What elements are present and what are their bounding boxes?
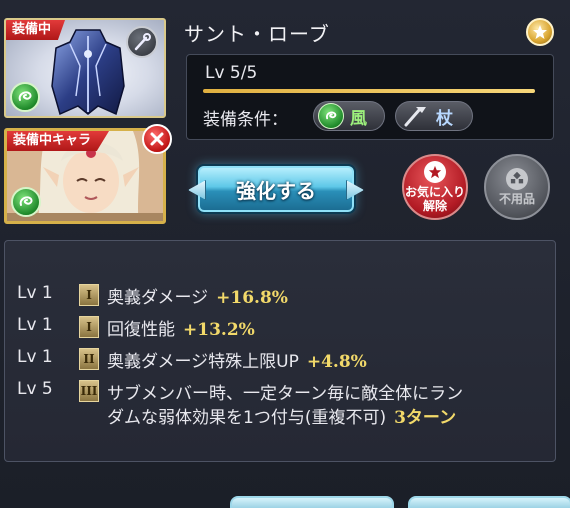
skill-tier-icon: I bbox=[79, 284, 99, 306]
bottom-button-left[interactable] bbox=[230, 496, 394, 508]
level-condition-panel: Lv 5/5 装備条件： 風 杖 bbox=[186, 54, 554, 140]
skill-description-line1: サブメンバー時、一定ターン毎に敵全体にラン bbox=[107, 384, 464, 404]
equipped-tag: 装備中 bbox=[6, 20, 66, 40]
element-condition: 風 bbox=[313, 101, 385, 131]
unfavorite-label-line1: お気に入り bbox=[404, 185, 465, 199]
skill-description: 奥義ダメージ bbox=[107, 288, 209, 308]
close-icon bbox=[150, 132, 164, 146]
wind-element-icon bbox=[10, 82, 40, 112]
item-thumbnail[interactable]: 装備中 bbox=[4, 18, 166, 118]
unneeded-icon bbox=[506, 168, 528, 190]
skill-level: Lv 1 bbox=[17, 315, 53, 335]
skill-tier-icon: III bbox=[79, 380, 99, 402]
weapon-condition: 杖 bbox=[395, 101, 473, 131]
skill-description-row: 回復性能 +13.2% bbox=[107, 315, 255, 340]
element-label: 風 bbox=[350, 108, 367, 129]
unneeded-label: 不用品 bbox=[498, 192, 535, 206]
item-detail-screen: 装備中 装備中キャラ サント・ローブ Lv 5/5 装備条件： 風 杖 強化する… bbox=[0, 0, 570, 508]
robe-image bbox=[51, 29, 125, 116]
item-name: サント・ローブ bbox=[184, 22, 330, 46]
skills-panel: Lv 1 I 奥義ダメージ +16.8% Lv 1 I 回復性能 +13.2% Lv… bbox=[4, 240, 556, 462]
level-progress-bar bbox=[203, 89, 535, 93]
skill-description: 奥義ダメージ特殊上限UP bbox=[107, 352, 299, 372]
unfavorite-label-line2: 解除 bbox=[422, 199, 447, 213]
skill-tier-icon: II bbox=[79, 348, 99, 370]
skill-level: Lv 5 bbox=[17, 379, 53, 399]
level-progress-fill bbox=[203, 89, 535, 93]
bottom-button-right[interactable] bbox=[408, 496, 570, 508]
staff-icon bbox=[404, 107, 426, 127]
upgrade-button[interactable]: 強化する bbox=[196, 164, 356, 214]
wind-element-icon bbox=[11, 187, 41, 217]
skill-description-row: 奥義ダメージ +16.8% bbox=[107, 283, 288, 308]
staff-icon bbox=[126, 26, 158, 58]
skill-value: +13.2% bbox=[183, 320, 255, 340]
level-text: Lv 5/5 bbox=[205, 63, 258, 83]
skill-description-row: ダムな弱体効果を1つ付与(重複不可) 3ターン bbox=[107, 403, 456, 428]
skill-description: 回復性能 bbox=[107, 320, 175, 340]
skill-description-line2: ダムな弱体効果を1つ付与(重複不可) bbox=[107, 408, 387, 428]
equipped-character-tag: 装備中キャラ bbox=[7, 131, 110, 151]
skill-value: +4.8% bbox=[306, 352, 367, 372]
skill-level: Lv 1 bbox=[17, 283, 53, 303]
skill-tier-icon: I bbox=[79, 316, 99, 338]
skill-value: 3ターン bbox=[394, 408, 457, 428]
wind-element-icon bbox=[318, 103, 344, 129]
weapon-type-label: 杖 bbox=[436, 108, 453, 129]
unequip-button[interactable] bbox=[142, 124, 172, 154]
skill-value: +16.8% bbox=[216, 288, 288, 308]
skill-description-row: 奥義ダメージ特殊上限UP +4.8% bbox=[107, 347, 367, 372]
star-icon bbox=[424, 161, 446, 183]
condition-label: 装備条件： bbox=[203, 110, 288, 130]
unneeded-button[interactable]: 不用品 bbox=[484, 154, 550, 220]
favorite-star-icon[interactable] bbox=[526, 18, 554, 46]
unfavorite-button[interactable]: お気に入り 解除 bbox=[402, 154, 468, 220]
skill-level: Lv 1 bbox=[17, 347, 53, 367]
